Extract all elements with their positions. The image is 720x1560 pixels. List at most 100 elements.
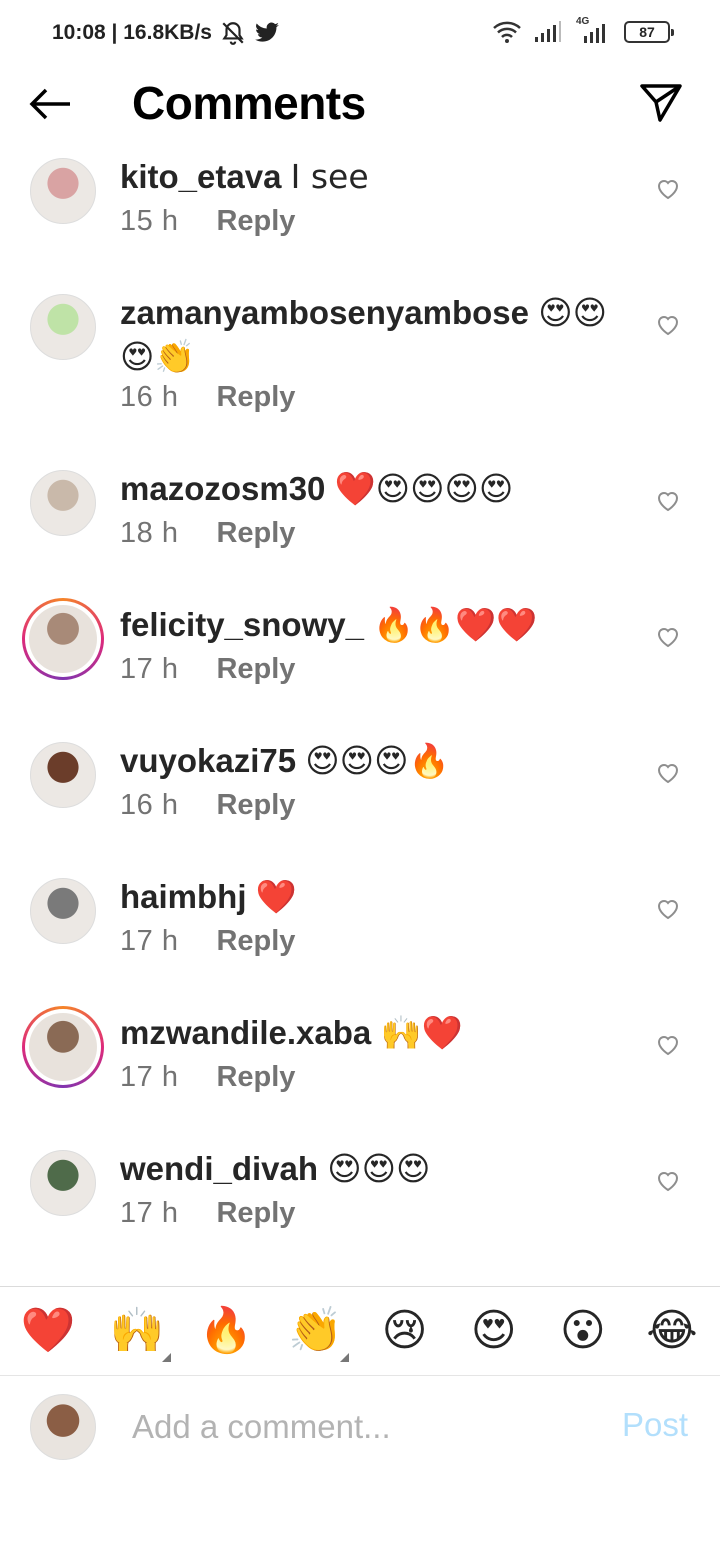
- page-title: Comments: [132, 77, 366, 129]
- comment-body: I see: [290, 157, 369, 196]
- emoji-key[interactable]: ❤️: [20, 1306, 76, 1356]
- comment-body: 🙌❤️: [380, 1013, 463, 1052]
- comment-timestamp: 17 h: [120, 653, 179, 685]
- story-ring: [22, 1006, 104, 1088]
- status-right: 4G 87: [492, 16, 674, 44]
- emoji-key[interactable]: 🙌: [109, 1306, 172, 1362]
- emoji-glyph: 😂: [646, 1305, 698, 1356]
- skin-tone-indicator: [162, 1353, 172, 1362]
- like-button[interactable]: [656, 1034, 682, 1058]
- comment-timestamp: 17 h: [120, 1197, 179, 1229]
- back-button[interactable]: [28, 84, 74, 124]
- reply-button[interactable]: Reply: [216, 1061, 295, 1094]
- like-button[interactable]: [656, 490, 682, 514]
- comment-body: ❤️😍😍😍😍: [334, 469, 514, 508]
- reply-button[interactable]: Reply: [216, 789, 295, 822]
- heart-outline-icon: [657, 180, 679, 200]
- comment-username[interactable]: mazozosm30: [120, 470, 325, 507]
- like-button[interactable]: [656, 314, 682, 338]
- comment-timestamp: 16 h: [120, 789, 179, 821]
- battery-indicator: 87: [624, 21, 674, 43]
- post-button[interactable]: Post: [622, 1406, 688, 1444]
- comment-meta: 17 h Reply: [120, 1061, 295, 1094]
- avatar-image: [29, 1013, 97, 1081]
- comment-username[interactable]: felicity_snowy_: [120, 606, 364, 643]
- like-button[interactable]: [656, 178, 682, 202]
- avatar[interactable]: [30, 1150, 96, 1216]
- comment-meta: 17 h Reply: [120, 925, 295, 958]
- status-left: 10:08 | 16.8KB/s: [52, 20, 280, 46]
- reply-button[interactable]: Reply: [216, 1197, 295, 1230]
- bell-off-icon: [222, 22, 244, 45]
- comment-body: 😍😍😍🔥: [305, 741, 450, 780]
- avatar[interactable]: [30, 158, 96, 224]
- avatar-image: [29, 605, 97, 673]
- comment-username[interactable]: zamanyambosenyambose: [120, 294, 529, 331]
- avatar[interactable]: [30, 470, 96, 536]
- status-bar: 10:08 | 16.8KB/s 4G 87: [0, 0, 720, 64]
- heart-outline-icon: [657, 628, 679, 648]
- comment-username[interactable]: wendi_divah: [120, 1150, 318, 1187]
- reply-button[interactable]: Reply: [216, 517, 295, 550]
- like-button[interactable]: [656, 762, 682, 786]
- emoji-key[interactable]: 😂: [644, 1306, 700, 1356]
- avatar[interactable]: [30, 742, 96, 808]
- comment-timestamp: 17 h: [120, 1061, 179, 1093]
- comment-timestamp: 18 h: [120, 517, 179, 549]
- comment-username[interactable]: mzwandile.xaba: [120, 1014, 371, 1051]
- reply-button[interactable]: Reply: [216, 381, 295, 414]
- comment-text: mazozosm30 ❤️😍😍😍😍: [120, 467, 620, 511]
- heart-outline-icon: [657, 316, 679, 336]
- emoji-glyph: 😢: [381, 1305, 428, 1356]
- heart-outline-icon: [657, 1036, 679, 1056]
- composer-avatar: [30, 1394, 96, 1460]
- comment-meta: 18 h Reply: [120, 517, 295, 550]
- comment-text: haimbhj ❤️: [120, 875, 620, 919]
- battery-level: 87: [639, 24, 655, 40]
- signal-4g: 4G: [574, 16, 612, 44]
- comment-body: 🔥🔥❤️❤️: [373, 605, 538, 644]
- emoji-key[interactable]: 😢: [377, 1306, 433, 1356]
- avatar-image: [30, 470, 96, 536]
- comment-username[interactable]: vuyokazi75: [120, 742, 296, 779]
- emoji-key[interactable]: 😍: [466, 1306, 522, 1356]
- avatar[interactable]: [30, 294, 96, 360]
- like-button[interactable]: [656, 1170, 682, 1194]
- comment-input[interactable]: [132, 1404, 592, 1450]
- heart-outline-icon: [657, 1172, 679, 1192]
- comment-meta: 16 h Reply: [120, 789, 295, 822]
- avatar-image: [30, 294, 96, 360]
- paper-plane-icon: [640, 84, 682, 122]
- emoji-glyph: 😍: [470, 1305, 517, 1356]
- reply-button[interactable]: Reply: [216, 205, 295, 238]
- like-button[interactable]: [656, 898, 682, 922]
- emoji-key[interactable]: 👏: [287, 1305, 350, 1362]
- reply-button[interactable]: Reply: [216, 925, 295, 958]
- like-button[interactable]: [656, 626, 682, 650]
- avatar[interactable]: [22, 1006, 104, 1088]
- avatar[interactable]: [30, 878, 96, 944]
- heart-outline-icon: [657, 492, 679, 512]
- emoji-glyph: 😮: [559, 1305, 606, 1356]
- emoji-key[interactable]: 🔥: [198, 1306, 254, 1356]
- emoji-glyph: 👏: [288, 1305, 343, 1356]
- comment-username[interactable]: haimbhj: [120, 878, 247, 915]
- share-button[interactable]: [638, 80, 686, 126]
- skin-tone-indicator: [340, 1353, 350, 1362]
- emoji-key[interactable]: 😮: [555, 1306, 611, 1356]
- reply-button[interactable]: Reply: [216, 653, 295, 686]
- comment-text: wendi_divah 😍😍😍: [120, 1147, 620, 1191]
- signal-bars-icon: [584, 24, 605, 43]
- comment-text: vuyokazi75 😍😍😍🔥: [120, 739, 620, 783]
- signal-bars-icon: [535, 21, 561, 42]
- comment-body: 😍😍😍: [327, 1149, 431, 1188]
- comment-timestamp: 16 h: [120, 381, 179, 413]
- emoji-glyph: ❤️: [20, 1305, 76, 1356]
- avatar-image: [30, 158, 96, 224]
- avatar[interactable]: [22, 598, 104, 680]
- comment-username[interactable]: kito_etava: [120, 158, 281, 195]
- comment-meta: 16 h Reply: [120, 381, 295, 414]
- avatar-image: [30, 1150, 96, 1216]
- heart-outline-icon: [657, 764, 679, 784]
- wifi-icon: [493, 21, 521, 43]
